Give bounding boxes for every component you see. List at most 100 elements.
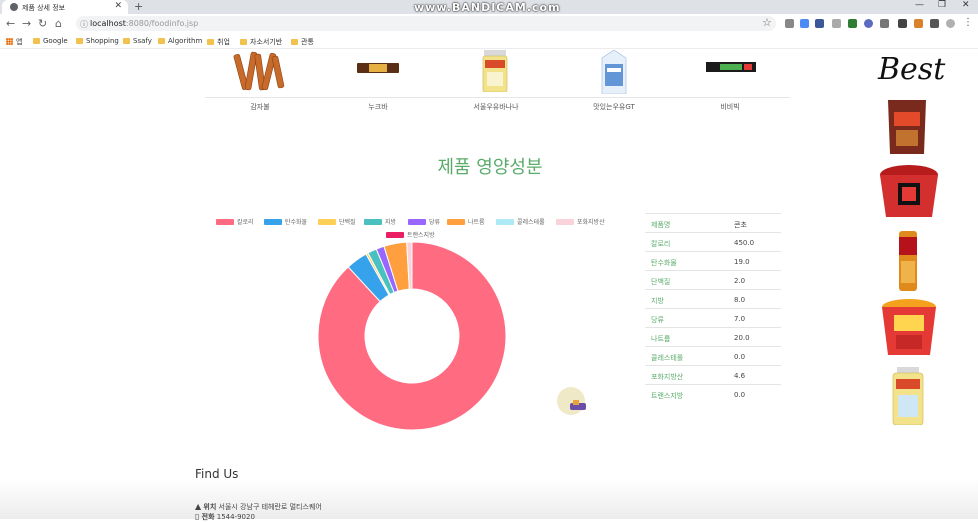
bookmark-apps[interactable]: 앱 xyxy=(6,37,22,47)
legend-item[interactable]: 나트륨 xyxy=(447,217,485,226)
folder-icon xyxy=(158,38,165,44)
legend-label: 당류 xyxy=(429,219,441,226)
legend-swatch xyxy=(408,219,426,225)
profile-avatar[interactable] xyxy=(946,19,955,28)
extension-icon[interactable] xyxy=(864,19,873,28)
table-row: 나트륨 20.0 xyxy=(645,327,781,347)
extension-icon[interactable] xyxy=(880,19,889,28)
footer-background xyxy=(0,478,978,519)
legend-label: 나트륨 xyxy=(468,219,485,226)
legend-swatch xyxy=(318,219,336,225)
legend-item[interactable]: 탄수화물 xyxy=(264,217,307,226)
extension-icon[interactable] xyxy=(848,19,857,28)
bookmark-ssafy[interactable]: Ssafy xyxy=(123,37,152,45)
url-host: localhost xyxy=(90,19,126,28)
table-row: 지방 8.0 xyxy=(645,289,781,309)
best-product-image[interactable] xyxy=(886,98,928,156)
product-image-gamjabul[interactable] xyxy=(230,50,290,96)
best-product-image[interactable] xyxy=(891,367,925,425)
legend-item[interactable]: 당류 xyxy=(408,217,440,226)
legend-item[interactable]: 콜레스테롤 xyxy=(496,217,545,226)
extension-icon[interactable] xyxy=(832,19,841,28)
product-image-seoul-milk-banana[interactable] xyxy=(481,50,509,92)
browser-tab[interactable]: 제품 상세 정보 ✕ xyxy=(2,0,128,14)
legend-label: 포화지방산 xyxy=(577,219,605,226)
extension-icon[interactable] xyxy=(815,19,824,28)
bookmark-label: Ssafy xyxy=(133,37,152,45)
nutrient-name: 지방 xyxy=(651,297,664,305)
product-image-nukebar[interactable] xyxy=(357,62,399,74)
extension-icon[interactable] xyxy=(930,19,939,28)
bookmark-star-icon[interactable]: ☆ xyxy=(762,16,772,29)
nutrient-value: 7.0 xyxy=(734,315,746,323)
bookmark-label: 관통 xyxy=(301,38,314,46)
legend-swatch xyxy=(386,232,404,238)
legend-label: 트랜스지방 xyxy=(407,232,435,239)
bookmark-google[interactable]: Google xyxy=(33,37,68,45)
extension-icon[interactable] xyxy=(898,19,907,28)
table-row: 트랜스지방 0.0 xyxy=(645,384,781,404)
legend-item[interactable]: 단백질 xyxy=(318,217,356,226)
legend-label: 단백질 xyxy=(339,219,356,226)
nutrient-name: 콜레스테롤 xyxy=(651,354,684,362)
folder-icon xyxy=(291,39,298,45)
forward-icon[interactable]: → xyxy=(22,17,31,30)
best-product-image[interactable] xyxy=(878,163,940,221)
nutrition-doughnut-chart xyxy=(317,241,507,431)
reload-icon[interactable]: ↻ xyxy=(38,17,47,30)
bookmark-algorithm[interactable]: Algorithm xyxy=(158,37,202,45)
home-icon[interactable]: ⌂ xyxy=(55,17,62,30)
product-name[interactable]: 서울우유바나나 xyxy=(451,102,541,112)
tab-title: 제품 상세 정보 xyxy=(22,4,66,12)
best-product-image[interactable] xyxy=(880,297,938,359)
legend-swatch xyxy=(556,219,574,225)
product-name[interactable]: 감자불 xyxy=(215,102,305,112)
maximize-icon[interactable]: ❐ xyxy=(938,0,946,10)
nutrient-value: 콘초 xyxy=(734,221,747,229)
bookmark-resume[interactable]: 자소서기반 xyxy=(240,37,282,47)
bookmark-jobs[interactable]: 취업 xyxy=(207,37,230,47)
extension-icon[interactable] xyxy=(785,19,794,28)
legend-swatch xyxy=(447,219,465,225)
nutrient-name: 당류 xyxy=(651,316,664,324)
table-row: 제품명 콘초 xyxy=(645,213,781,233)
nutrient-value: 19.0 xyxy=(734,258,750,266)
phone-label: 전화 xyxy=(201,513,215,521)
bookmark-label: 취업 xyxy=(217,38,230,46)
product-name[interactable]: 맛있는우유GT xyxy=(569,102,659,112)
table-row: 칼로리 450.0 xyxy=(645,232,781,252)
extension-icon[interactable] xyxy=(914,19,923,28)
info-icon[interactable]: ⓘ xyxy=(80,19,88,30)
new-tab-icon[interactable]: + xyxy=(134,0,143,13)
legend-label: 지방 xyxy=(385,219,397,226)
bookmark-label: Shopping xyxy=(86,37,119,45)
legend-item[interactable]: 칼로리 xyxy=(216,217,254,226)
product-name[interactable]: 누크바 xyxy=(333,102,423,112)
address-text: 서울시 강남구 테헤란로 멀티스퀘어 xyxy=(218,503,322,511)
phone-icon: ▯ xyxy=(195,512,200,521)
bookmark-shopping[interactable]: Shopping xyxy=(76,37,119,45)
minimize-icon[interactable]: — xyxy=(915,0,924,10)
table-row: 당류 7.0 xyxy=(645,308,781,328)
location-icon: ▲ xyxy=(195,502,202,511)
legend-item[interactable]: 지방 xyxy=(364,217,396,226)
back-icon[interactable]: ← xyxy=(6,17,15,30)
bookmark-label: Google xyxy=(43,37,68,45)
legend-swatch xyxy=(264,219,282,225)
nutrient-value: 0.0 xyxy=(734,353,746,361)
product-image-tasty-milk-gt[interactable] xyxy=(598,50,630,94)
product-name[interactable]: 비비빅 xyxy=(685,102,775,112)
legend-item[interactable]: 포화지방산 xyxy=(556,217,605,226)
menu-icon[interactable]: ⋮ xyxy=(963,17,973,28)
close-tab-icon[interactable]: ✕ xyxy=(114,1,122,11)
product-image-bibibik[interactable] xyxy=(706,61,756,73)
table-row: 콜레스테롤 0.0 xyxy=(645,346,781,366)
close-window-icon[interactable]: ✕ xyxy=(962,0,970,10)
bookmark-project[interactable]: 관통 xyxy=(291,37,314,47)
bookmark-label: 자소서기반 xyxy=(250,38,283,46)
legend-swatch xyxy=(216,219,234,225)
legend-item[interactable]: 트랜스지방 xyxy=(386,230,435,239)
extension-icon[interactable] xyxy=(800,19,809,28)
recorder-watermark: www.BANDICAM.com xyxy=(414,1,561,14)
best-product-image[interactable] xyxy=(897,231,919,291)
